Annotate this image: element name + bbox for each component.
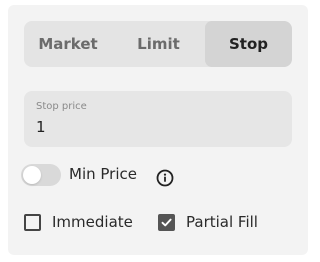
stop-price-input[interactable] <box>36 116 276 138</box>
partial-fill-checkbox[interactable] <box>158 213 175 231</box>
min-price-label: Min Price <box>69 165 137 183</box>
tab-limit[interactable]: Limit <box>112 21 205 67</box>
stop-price-label: Stop price <box>36 101 87 112</box>
immediate-checkbox[interactable] <box>24 213 41 231</box>
order-type-tabs: Market Limit Stop <box>24 21 292 67</box>
tab-market[interactable]: Market <box>24 21 112 67</box>
partial-fill-label: Partial Fill <box>186 213 258 231</box>
immediate-label: Immediate <box>52 213 133 231</box>
tab-stop[interactable]: Stop <box>205 21 292 67</box>
min-price-toggle[interactable] <box>21 164 61 186</box>
immediate-option[interactable]: Immediate <box>24 212 133 232</box>
partial-fill-option[interactable]: Partial Fill <box>158 212 258 232</box>
order-panel: Market Limit Stop Stop price Min Price I… <box>8 5 308 255</box>
info-icon[interactable] <box>156 169 174 187</box>
stop-price-field[interactable]: Stop price <box>24 91 292 147</box>
check-icon <box>161 218 172 226</box>
toggle-knob <box>23 166 41 184</box>
